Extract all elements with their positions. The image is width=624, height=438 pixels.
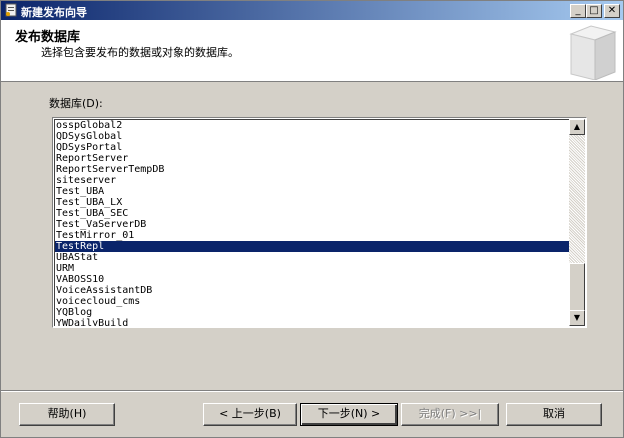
database-list-item[interactable]: QDSysPortal [55,142,569,153]
close-button[interactable]: ✕ [604,4,620,18]
button-separator [1,390,623,392]
database-list-item[interactable]: YWDailyBuild [55,318,569,326]
minimize-icon: _ [575,5,581,16]
next-button[interactable]: 下一步(N) > [300,403,398,426]
database-list-item[interactable]: UBAStat [55,252,569,263]
database-list-item[interactable]: QDSysGlobal [55,131,569,142]
wizard-app-icon [5,3,17,17]
database-list-item[interactable]: Test_UBA_SEC [55,208,569,219]
scroll-up-button[interactable]: ▲ [569,119,585,135]
window-title: 新建发布向导 [21,6,87,19]
database-list-item[interactable]: ReportServer [55,153,569,164]
arrow-up-icon: ▲ [573,122,581,131]
database-list-item[interactable]: voicecloud_cms [55,296,569,307]
database-list-item[interactable]: URM [55,263,569,274]
cancel-button[interactable]: 取消 [506,403,602,426]
back-button[interactable]: < 上一步(B) [203,403,297,426]
database-list-item[interactable]: ReportServerTempDB [55,164,569,175]
database-list-items: osspGlobal2 QDSysGlobal QDSysPortal ReportS… [54,119,569,326]
book-icon [569,25,617,80]
arrow-down-icon: ▼ [573,313,581,322]
database-list-item[interactable]: Test_UBA_LX [55,197,569,208]
database-list-label: 数据库(D): [49,97,103,110]
list-scrollbar[interactable]: ▲ ▼ [569,119,585,326]
database-list-item[interactable]: osspGlobal2 [55,120,569,131]
database-list-item[interactable]: YQBlog [55,307,569,318]
database-list-item[interactable]: Test_VaServerDB [55,219,569,230]
database-list-item[interactable]: VABOSS10 [55,274,569,285]
database-list-item[interactable]: VoiceAssistantDB [55,285,569,296]
maximize-button[interactable]: □ [586,4,602,18]
page-subtitle: 选择包含要发布的数据或对象的数据库。 [41,46,239,59]
page-title: 发布数据库 [15,30,81,45]
finish-button: 完成(F) >>| [401,403,499,426]
database-list-item[interactable]: TestRepl [55,241,569,252]
database-list-item[interactable]: TestMirror_01 [55,230,569,241]
database-list-item[interactable]: Test_UBA [55,186,569,197]
scroll-down-button[interactable]: ▼ [569,310,585,326]
maximize-icon: □ [589,5,599,16]
scroll-thumb[interactable] [569,263,585,311]
database-list-item[interactable]: siteserver [55,175,569,186]
minimize-button[interactable]: _ [570,4,586,18]
title-bar[interactable]: 新建发布向导 _ □ ✕ [1,1,623,20]
help-button[interactable]: 帮助(H) [19,403,115,426]
wizard-window: 新建发布向导 _ □ ✕ 发布数据库 选择包含要发布的数据或对象的数据库。 数据… [0,0,624,438]
database-listbox[interactable]: osspGlobal2 QDSysGlobal QDSysPortal ReportS… [52,117,587,328]
wizard-header: 发布数据库 选择包含要发布的数据或对象的数据库。 [1,20,623,82]
close-icon: ✕ [607,5,617,16]
